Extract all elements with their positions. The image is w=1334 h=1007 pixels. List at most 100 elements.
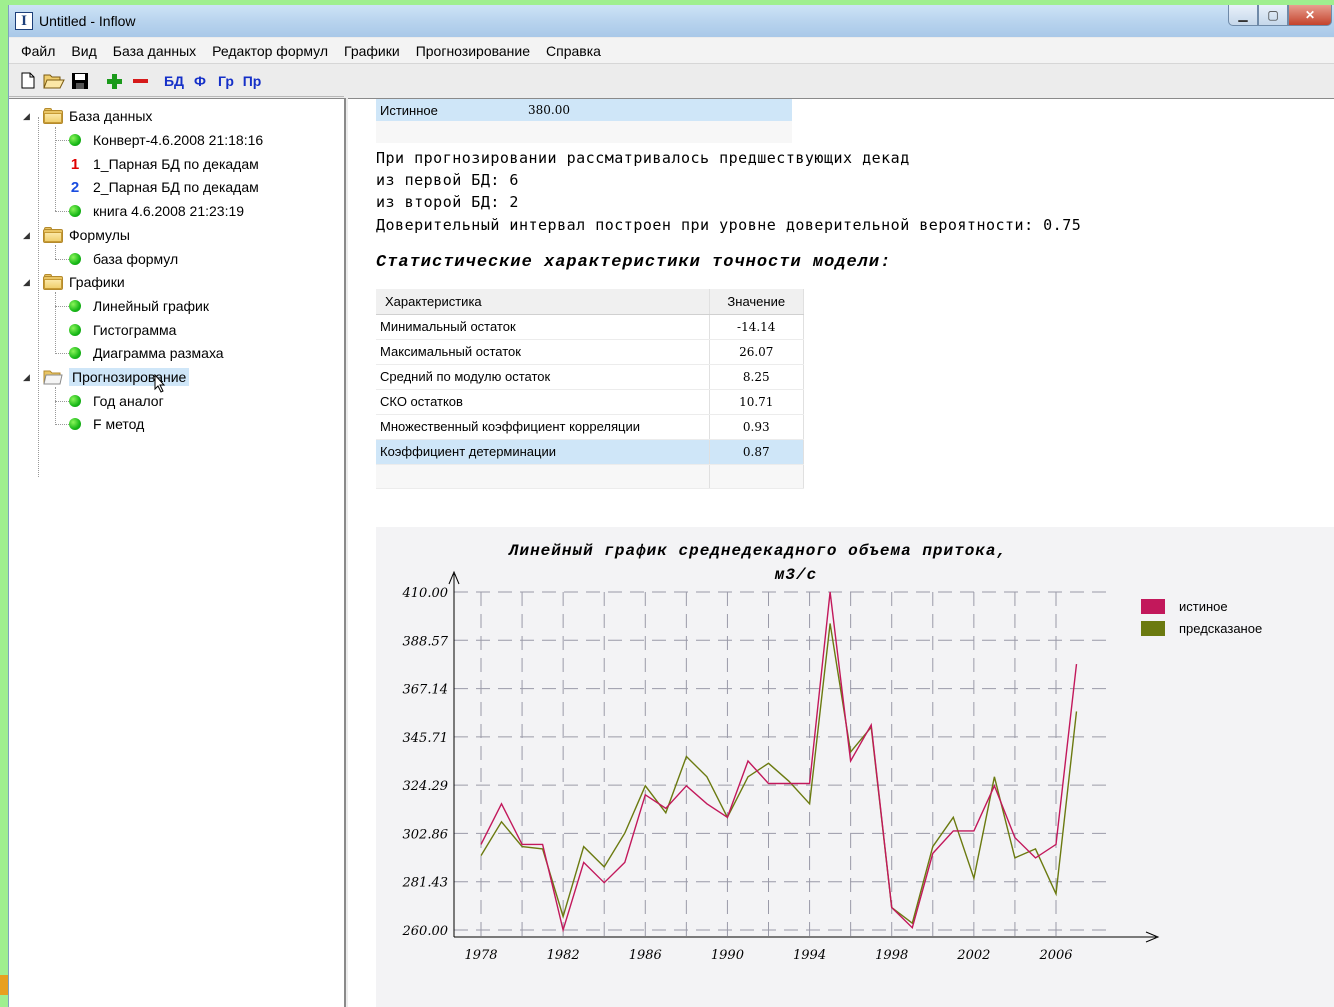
- formula-button[interactable]: Ф: [187, 68, 213, 94]
- green-dot-icon: [69, 134, 81, 146]
- forecast-button[interactable]: Пр: [239, 68, 265, 94]
- empty-row: [376, 121, 792, 143]
- menu-database[interactable]: База данных: [105, 43, 204, 59]
- tree-label: 1_Парная БД по декадам: [93, 156, 259, 172]
- y-tick-label: 324.29: [403, 779, 449, 794]
- tree-label: Графики: [69, 274, 125, 290]
- tree-label: Диаграмма размаха: [93, 345, 224, 361]
- x-tick-label: 1994: [793, 948, 826, 963]
- expand-arrow-icon[interactable]: ◢: [23, 111, 33, 121]
- table-row[interactable]: СКО остатков 10.71: [376, 389, 804, 415]
- report-line-4: Доверительный интервал построен при уров…: [376, 216, 1082, 234]
- green-dot-icon: [69, 300, 81, 312]
- stat-name: Минимальный остаток: [376, 314, 710, 340]
- close-button[interactable]: ✕: [1288, 5, 1332, 26]
- tree-item-db-1[interactable]: Конверт-4.6.2008 21:18:16: [69, 129, 263, 151]
- menu-formula-editor[interactable]: Редактор формул: [204, 43, 336, 59]
- tree-item-formula-base[interactable]: база формул: [69, 248, 178, 270]
- chart-title: Линейный график среднедекадного объема п…: [508, 542, 1007, 560]
- table-row-selected[interactable]: Коэффициент детерминации 0.87: [376, 439, 804, 465]
- column-header-name[interactable]: Характеристика: [376, 289, 710, 315]
- menu-forecasting[interactable]: Прогнозирование: [408, 43, 538, 59]
- tree-item-f-method[interactable]: F метод: [69, 413, 144, 435]
- menu-help[interactable]: Справка: [538, 43, 609, 59]
- stat-value: 0.93: [709, 414, 804, 440]
- x-tick-label: 1986: [629, 948, 662, 963]
- report-line-1: При прогнозировании рассматривалось пред…: [376, 149, 910, 167]
- predicted-series-line: [480, 623, 1078, 925]
- stat-name: Множественный коэффициент корреляции: [376, 414, 710, 440]
- tree-item-database[interactable]: База данных: [43, 105, 152, 127]
- green-dot-icon: [69, 253, 81, 265]
- stat-value: 26.07: [709, 339, 804, 365]
- folder-icon: [43, 108, 63, 124]
- tree-item-db-3[interactable]: 2 2_Парная БД по декадам: [69, 176, 259, 198]
- tree-label: База данных: [69, 108, 153, 124]
- menu-file[interactable]: Файл: [13, 43, 63, 59]
- tree-item-analog-year[interactable]: Год аналог: [69, 390, 164, 412]
- tree-label: F метод: [93, 416, 145, 432]
- table-row[interactable]: Максимальный остаток 26.07: [376, 339, 804, 365]
- plus-icon: [107, 73, 122, 89]
- add-button[interactable]: [101, 68, 127, 94]
- stat-name: Средний по модулю остаток: [376, 364, 710, 390]
- x-tick-label: 1998: [875, 948, 908, 963]
- save-button[interactable]: [67, 68, 93, 94]
- new-file-icon: [21, 72, 35, 89]
- x-tick-label: 1990: [711, 948, 744, 963]
- number-two-icon: 2: [70, 178, 80, 196]
- remove-button[interactable]: [127, 68, 153, 94]
- tree-item-boxplot[interactable]: Диаграмма размаха: [69, 342, 224, 364]
- expand-arrow-icon[interactable]: ◢: [23, 277, 33, 287]
- app-window: I Untitled - Inflow ▁ ▢ ✕ Файл Вид База …: [8, 5, 1334, 1007]
- tree-label: Линейный график: [93, 298, 209, 314]
- number-one-icon: 1: [70, 155, 80, 173]
- y-tick-label: 410.00: [402, 586, 449, 601]
- tree-item-formulas[interactable]: Формулы: [43, 224, 130, 246]
- true-value-label: Истинное: [380, 102, 438, 118]
- new-file-button[interactable]: [15, 68, 41, 94]
- table-row[interactable]: Минимальный остаток -14.14: [376, 314, 804, 340]
- minimize-button[interactable]: ▁: [1228, 5, 1258, 26]
- menu-view[interactable]: Вид: [63, 43, 104, 59]
- report-line-2: из первой БД: 6: [376, 171, 519, 189]
- column-header-value[interactable]: Значение: [709, 289, 804, 315]
- graph-button[interactable]: Гр: [213, 68, 239, 94]
- database-button[interactable]: БД: [161, 68, 187, 94]
- tree-label: 2_Парная БД по декадам: [93, 179, 259, 195]
- tree-item-charts[interactable]: Графики: [43, 271, 125, 293]
- table-row[interactable]: Средний по модулю остаток 8.25: [376, 364, 804, 390]
- maximize-button[interactable]: ▢: [1258, 5, 1288, 26]
- table-row[interactable]: Множественный коэффициент корреляции 0.93: [376, 414, 804, 440]
- open-folder-icon: [43, 370, 63, 385]
- stat-value: -14.14: [709, 314, 804, 340]
- expand-arrow-icon[interactable]: ◢: [23, 372, 33, 382]
- x-tick-label: 1982: [547, 948, 580, 963]
- expand-arrow-icon[interactable]: ◢: [23, 230, 33, 240]
- tree-label: база формул: [93, 251, 179, 267]
- tree-item-histogram[interactable]: Гистограмма: [69, 319, 176, 341]
- toolbar: БД Ф Гр Пр: [9, 65, 344, 97]
- tree-item-line-chart[interactable]: Линейный график: [69, 295, 209, 317]
- title-bar[interactable]: I Untitled - Inflow ▁ ▢ ✕: [9, 5, 1334, 37]
- stat-value: 10.71: [709, 389, 804, 415]
- folder-icon: [43, 227, 63, 243]
- green-dot-icon: [69, 395, 81, 407]
- app-icon: I: [15, 12, 33, 30]
- tree-item-db-2[interactable]: 1 1_Парная БД по декадам: [69, 153, 259, 175]
- stats-table: Характеристика Значение Минимальный оста…: [376, 289, 804, 489]
- line-chart: Линейный график среднедекадного объема п…: [402, 542, 1263, 963]
- open-button[interactable]: [41, 68, 67, 94]
- green-dot-icon: [69, 418, 81, 430]
- stat-value: 8.25: [709, 364, 804, 390]
- table-row-empty: [376, 464, 804, 489]
- mouse-cursor-icon: [154, 374, 166, 393]
- tree-item-db-4[interactable]: книга 4.6.2008 21:23:19: [69, 200, 244, 222]
- legend-label: предсказаное: [1179, 621, 1262, 636]
- green-dot-icon: [69, 205, 81, 217]
- menu-charts[interactable]: Графики: [336, 43, 408, 59]
- line-chart-panel: Линейный график среднедекадного объема п…: [376, 527, 1334, 1007]
- x-tick-label: 2006: [1038, 948, 1072, 963]
- legend-label: истиное: [1179, 599, 1228, 614]
- report-panel: Истинное 380.00 При прогнозировании расс…: [348, 98, 1334, 1007]
